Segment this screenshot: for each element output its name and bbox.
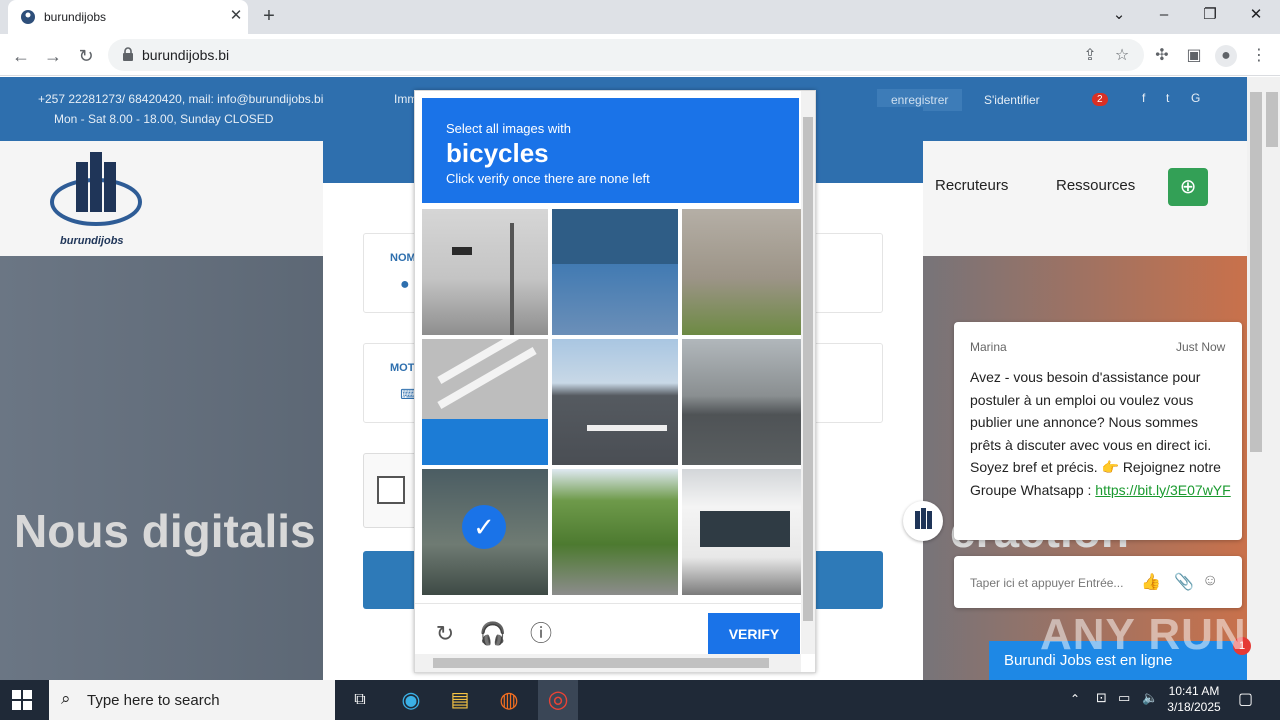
captcha-tile-8[interactable] — [552, 469, 678, 595]
url-text[interactable]: burundijobs.bi — [142, 47, 229, 63]
edge-browser-icon[interactable]: ◉ — [396, 686, 426, 714]
restore-button[interactable]: ❐ — [1187, 0, 1233, 30]
back-arrow-icon[interactable]: ← — [10, 45, 32, 67]
chat-input-field[interactable]: Taper ici et appuyer Entrée... 👍 📎 ☺ — [954, 556, 1242, 608]
tray-display-icon[interactable]: ▭ — [1118, 690, 1130, 706]
browser-tab[interactable]: burundijobs ✕ — [8, 0, 248, 34]
chat-input-placeholder: Taper ici et appuyer Entrée... — [970, 576, 1124, 590]
captcha-tile-2[interactable] — [552, 209, 678, 335]
page-scrollbar-thumb[interactable] — [1250, 92, 1262, 452]
profile-avatar-icon[interactable]: ● — [1215, 45, 1237, 67]
chat-agent-name: Marina — [970, 340, 1007, 354]
taskbar-search-box[interactable]: ⌕ Type here to search — [49, 680, 335, 720]
task-view-icon[interactable]: ⧉ — [345, 686, 375, 714]
captcha-hscroll-thumb[interactable] — [433, 658, 769, 668]
clock-date: 3/18/2025 — [1167, 700, 1221, 714]
site-favicon-icon — [21, 10, 35, 24]
captcha-tile-6[interactable] — [682, 339, 808, 465]
captcha-divider — [415, 603, 801, 604]
chat-whatsapp-link[interactable]: https://bit.ly/3E07wYF — [1095, 482, 1230, 498]
chat-message: Avez - vous besoin d'assistance pour pos… — [970, 366, 1232, 501]
audio-headphones-icon[interactable]: 🎧 — [478, 619, 508, 649]
tab-search-chevron-icon[interactable]: ⌄ — [1096, 0, 1142, 30]
user-icon: ● — [400, 276, 410, 293]
extensions-puzzle-icon[interactable]: ✣ — [1151, 45, 1173, 67]
verify-button[interactable]: VERIFY — [708, 613, 800, 655]
chrome-icon[interactable]: ◎ — [538, 680, 578, 720]
thumbs-up-icon[interactable]: 👍 — [1141, 572, 1161, 592]
side-panel-icon[interactable]: ▣ — [1183, 45, 1205, 67]
nav-recruteurs[interactable]: Recruteurs — [935, 177, 1008, 194]
contact-phone: +257 22281273/ 68420420, mail: info@buru… — [38, 92, 324, 106]
new-tab-button[interactable]: + — [258, 6, 280, 28]
tray-volume-icon[interactable]: 🔈 — [1142, 690, 1158, 706]
clock-time: 10:41 AM — [1168, 684, 1220, 698]
captcha-tile-7[interactable]: ✓ — [422, 469, 548, 595]
captcha-object: bicycles — [446, 138, 549, 168]
taskbar-search-placeholder: Type here to search — [87, 692, 220, 709]
tray-network-icon[interactable]: ⊡ — [1096, 690, 1107, 706]
selected-check-icon: ✓ — [462, 505, 506, 549]
secondary-scrollbar-thumb[interactable] — [1266, 92, 1278, 147]
emoji-icon[interactable]: ☺ — [1202, 572, 1218, 590]
notification-badge[interactable]: 2 — [1092, 93, 1108, 106]
firefox-icon[interactable]: ◍ — [494, 686, 524, 714]
bookmark-star-icon[interactable]: ☆ — [1111, 45, 1133, 67]
hours-text: Mon - Sat 8.00 - 18.00, Sunday CLOSED — [54, 112, 274, 126]
chat-message-text: Avez - vous besoin d'assistance pour pos… — [970, 369, 1221, 498]
captcha-checkbox[interactable] — [377, 476, 405, 504]
captcha-tile-3[interactable] — [682, 209, 808, 335]
windows-start-icon[interactable] — [12, 690, 32, 710]
captcha-vscroll-thumb[interactable] — [803, 117, 813, 621]
login-link[interactable]: S'identifier — [984, 93, 1040, 107]
file-explorer-icon[interactable]: ▤ — [445, 686, 475, 714]
tab-close-icon[interactable]: ✕ — [226, 6, 246, 26]
captcha-tile-9[interactable] — [682, 469, 808, 595]
captcha-prompt: Select all images with — [446, 121, 571, 136]
close-window-button[interactable]: ✕ — [1233, 0, 1279, 30]
facebook-icon[interactable]: f — [1142, 91, 1145, 105]
name-field-label: NOM — [390, 252, 416, 264]
chat-message-card: Marina Just Now Avez - vous besoin d'ass… — [954, 322, 1242, 540]
hero-heading: Nous digitalis — [14, 505, 316, 557]
logo-text: burundijobs — [60, 235, 124, 247]
search-icon: ⌕ — [61, 689, 71, 708]
captcha-challenge: Select all images with bicycles Click ve… — [414, 90, 816, 673]
refresh-icon[interactable]: ↻ — [430, 619, 460, 649]
lock-icon[interactable] — [122, 47, 134, 61]
captcha-tile-5[interactable] — [552, 339, 678, 465]
info-icon[interactable]: ⓘ — [526, 619, 556, 649]
site-logo-icon[interactable] — [46, 147, 146, 237]
chat-timestamp: Just Now — [1176, 340, 1226, 354]
forward-arrow-icon[interactable]: → — [42, 45, 64, 67]
add-plus-button[interactable]: ⊕ — [1168, 168, 1208, 206]
attachment-icon[interactable]: 📎 — [1174, 572, 1194, 592]
captcha-instruction: Click verify once there are none left — [446, 171, 650, 186]
chat-agent-avatar — [903, 501, 943, 541]
google-icon[interactable]: G — [1191, 91, 1200, 105]
taskbar-clock[interactable]: 10:41 AM 3/18/2025 — [1163, 683, 1225, 715]
tray-chevron-icon[interactable]: ⌃ — [1070, 692, 1080, 706]
captcha-header: Select all images with bicycles Click ve… — [422, 98, 799, 203]
tab-title: burundijobs — [44, 10, 107, 24]
password-field-label: MOT — [390, 362, 415, 374]
reload-icon[interactable]: ↻ — [75, 45, 97, 67]
captcha-tile-1[interactable] — [422, 209, 548, 335]
share-icon[interactable]: ⇪ — [1079, 45, 1101, 67]
notification-center-icon[interactable]: ▢ — [1238, 689, 1253, 709]
twitter-icon[interactable]: t — [1166, 91, 1169, 105]
minimize-button[interactable]: – — [1141, 0, 1187, 30]
captcha-tile-4[interactable] — [422, 339, 548, 465]
nav-ressources[interactable]: Ressources — [1056, 177, 1135, 194]
address-bar[interactable] — [108, 39, 1144, 71]
menu-kebab-icon[interactable]: ⋮ — [1248, 45, 1270, 67]
anyrun-watermark: ANY RUN — [1040, 610, 1247, 659]
